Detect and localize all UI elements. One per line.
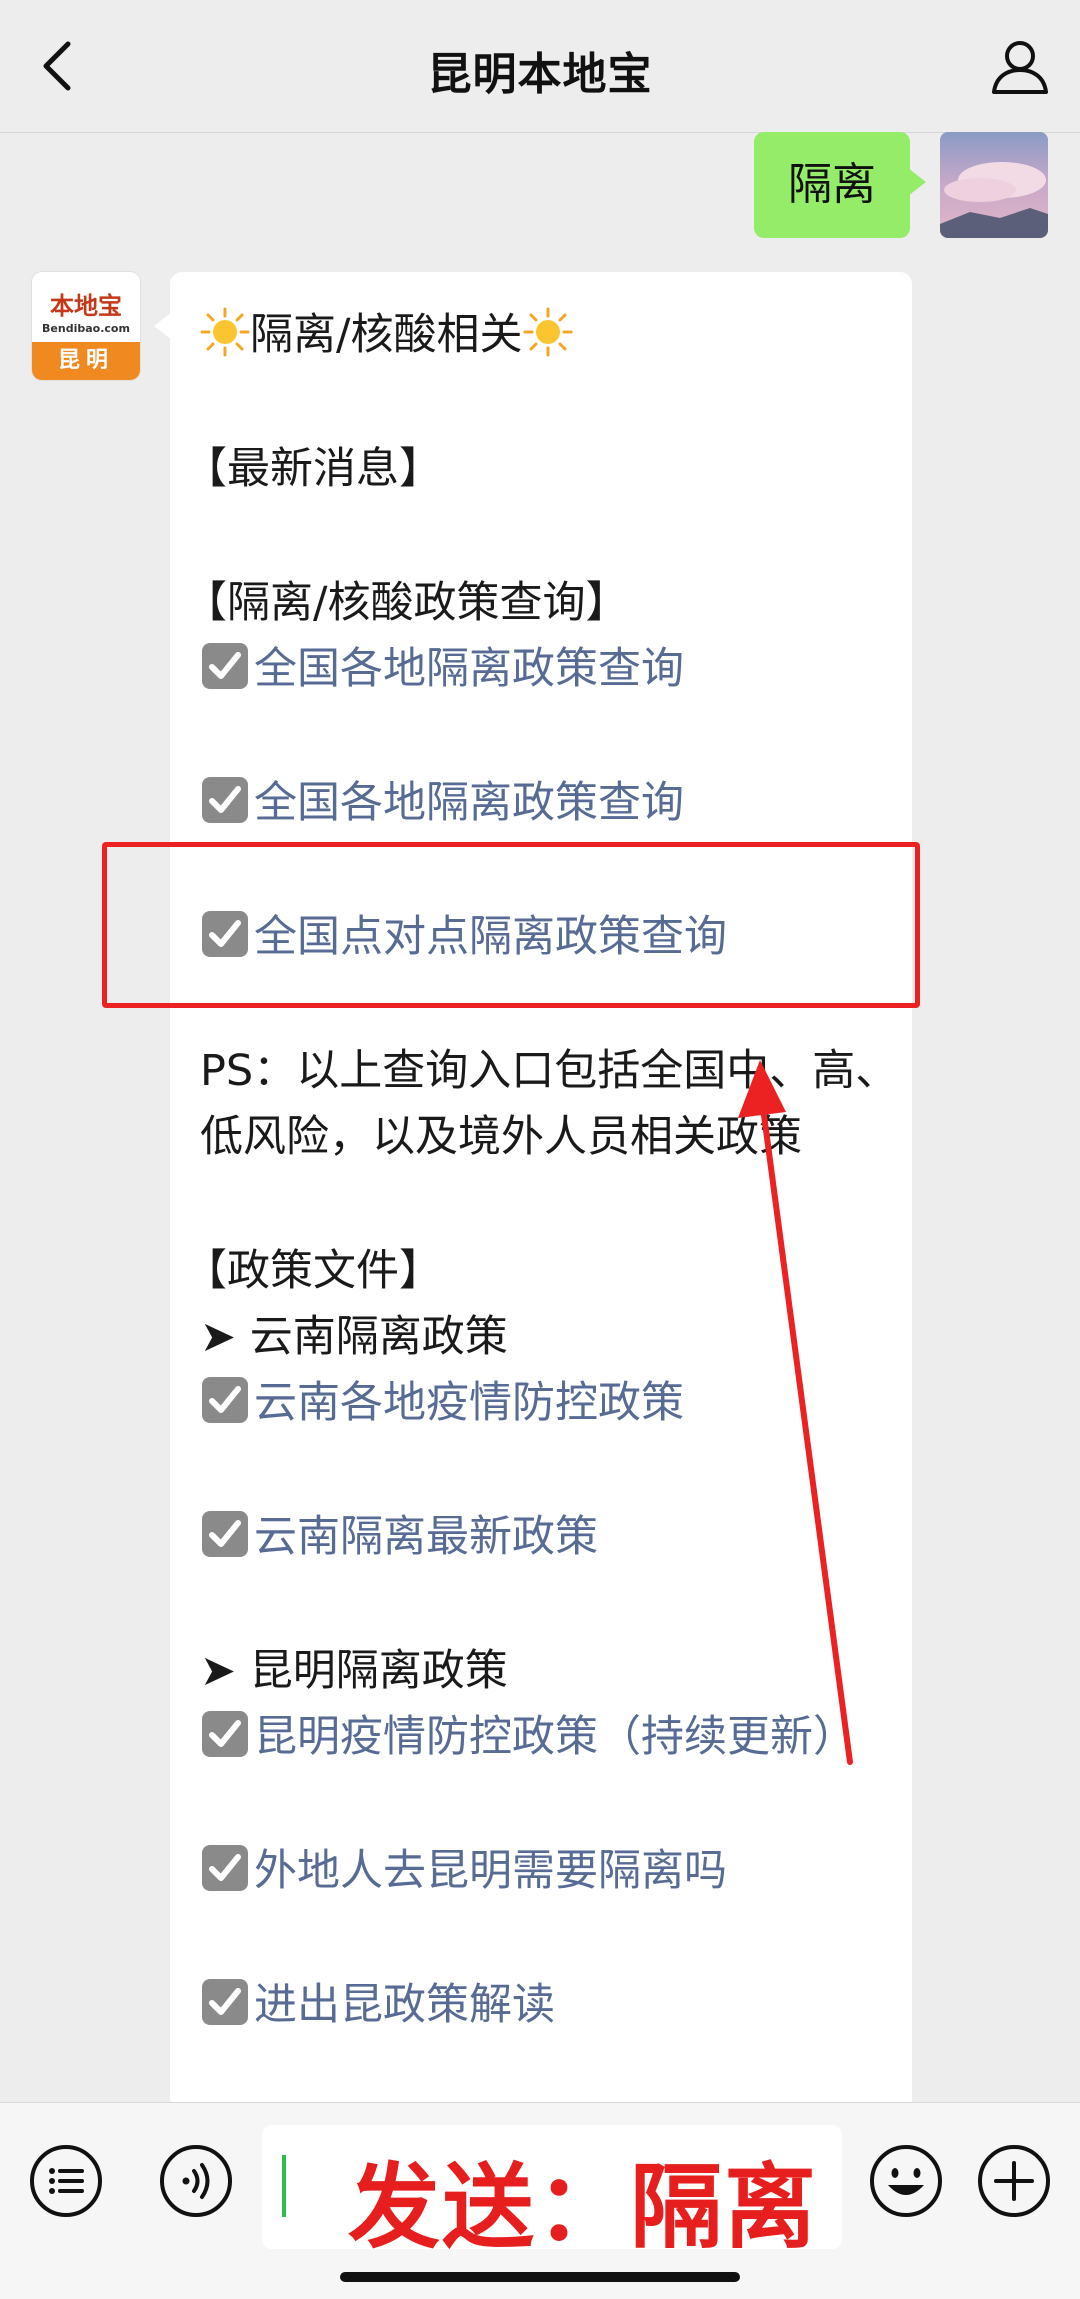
policy-link-7-label: 外地人去昆明需要隔离吗 (254, 1846, 727, 1896)
plus-icon[interactable] (976, 2143, 1052, 2219)
emoji-icon[interactable] (868, 2143, 944, 2219)
policy-link-4[interactable]: 云南各地疫情防控政策 (200, 1368, 684, 1430)
policy-link-2-label: 全国各地隔离政策查询 (254, 778, 684, 828)
input-bar: 发送：隔离 (0, 2102, 1080, 2299)
checkbox-icon (202, 1711, 248, 1757)
policy-link-7[interactable]: 外地人去昆明需要隔离吗 (200, 1836, 727, 1898)
policy-link-5-label: 云南隔离最新政策 (254, 1512, 598, 1562)
logo-brand: 本地宝 (50, 291, 122, 320)
list-icon[interactable] (28, 2143, 104, 2219)
ps-note-line-1: PS：以上查询入口包括全国中、高、 (200, 1046, 899, 1096)
page-title: 昆明本地宝 (427, 49, 653, 100)
logo-city: 昆明 (32, 342, 140, 380)
logo-url: Bendibao.com (42, 322, 130, 335)
policy-link-8[interactable]: 进出昆政策解读 (200, 1970, 555, 2032)
user-avatar[interactable] (940, 132, 1048, 238)
outgoing-message-text: 隔离 (788, 159, 876, 210)
checkbox-icon (202, 777, 248, 823)
checkbox-icon (202, 1511, 248, 1557)
kunming-section-header: ➤ 昆明隔离政策 (200, 1646, 508, 1696)
highlight-box (102, 842, 920, 1008)
checkbox-icon (202, 1377, 248, 1423)
incoming-message: 隔离/核酸相关 【最新消息】 【隔离/核酸政策查询】 全国各地隔离政策查询 全国… (154, 272, 912, 2112)
policy-link-6-label: 昆明疫情防控政策（持续更新） (254, 1712, 856, 1762)
message-title-row: 隔离/核酸相关 (200, 300, 573, 362)
sky-image (940, 132, 1048, 238)
policy-link-6[interactable]: 昆明疫情防控政策（持续更新） (200, 1702, 856, 1764)
yunnan-section-header: ➤ 云南隔离政策 (200, 1312, 508, 1362)
policy-query-header: 【隔离/核酸政策查询】 (184, 578, 629, 628)
policy-link-1-label: 全国各地隔离政策查询 (254, 644, 684, 694)
policy-link-1[interactable]: 全国各地隔离政策查询 (200, 634, 684, 696)
sun-icon (200, 307, 250, 357)
checkbox-icon (202, 643, 248, 689)
voice-icon[interactable] (158, 2143, 234, 2219)
policy-link-5[interactable]: 云南隔离最新政策 (200, 1502, 598, 1564)
person-icon[interactable] (988, 34, 1052, 98)
sun-icon (523, 307, 572, 357)
outgoing-message[interactable]: 隔离 (754, 132, 926, 238)
message-input-text: 发送：隔离 (348, 2154, 819, 2261)
policy-link-2[interactable]: 全国各地隔离政策查询 (200, 768, 684, 830)
latest-news-header: 【最新消息】 (184, 444, 442, 494)
account-avatar[interactable]: 本地宝 Bendibao.com 昆明 (32, 272, 140, 380)
message-title: 隔离/核酸相关 (250, 310, 523, 360)
docs-header: 【政策文件】 (184, 1246, 442, 1296)
checkbox-icon (202, 1979, 248, 2025)
text-cursor (282, 2155, 286, 2217)
chat-header: 昆明本地宝 (0, 0, 1080, 133)
ps-note-line-2: 低风险，以及境外人员相关政策 (200, 1112, 802, 1162)
policy-link-4-label: 云南各地疫情防控政策 (254, 1378, 684, 1428)
message-input[interactable]: 发送：隔离 (262, 2125, 842, 2261)
policy-link-8-label: 进出昆政策解读 (254, 1980, 555, 2030)
home-indicator (340, 2272, 740, 2282)
checkbox-icon (202, 1845, 248, 1891)
